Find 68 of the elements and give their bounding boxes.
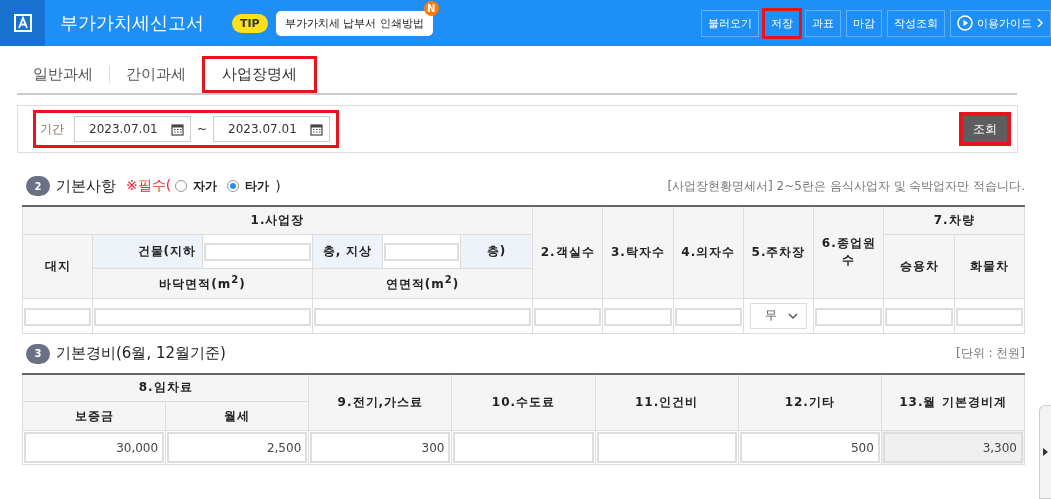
column-header: 3.탁자수 <box>602 206 674 298</box>
column-header: 층) <box>460 234 533 268</box>
column-header: 2.객실수 <box>532 206 603 298</box>
amount-field[interactable]: 500 <box>739 432 880 463</box>
column-header: 화물차 <box>954 234 1025 298</box>
input-field[interactable] <box>384 243 459 261</box>
column-header: 8.임차료 <box>22 373 309 402</box>
tab[interactable]: 사업장명세 <box>202 56 317 93</box>
tab[interactable]: 간이과세 <box>110 56 202 93</box>
calendar-icon[interactable] <box>310 122 324 136</box>
radio-option[interactable]: 자가 <box>175 177 218 195</box>
play-icon <box>957 15 973 31</box>
parking-select[interactable]: 무 <box>749 302 808 329</box>
column-header: 7.차량 <box>883 206 1025 234</box>
column-header: 바닥면적(m$^{2}$) <box>92 268 313 298</box>
column-header: 9.전기,가스료 <box>308 373 452 431</box>
column-header: 건물(지하 <box>92 234 203 268</box>
input-field[interactable] <box>534 307 602 326</box>
closing-paren: ) <box>275 178 281 194</box>
column-header: 월세 <box>165 401 309 431</box>
new-badge: N <box>423 0 439 16</box>
column-header: 연면적(m$^{2}$) <box>312 268 533 298</box>
required-label: ※필수( <box>126 177 172 195</box>
input-field[interactable] <box>24 307 91 326</box>
chevron-right-icon <box>1036 18 1044 28</box>
tab[interactable]: 일반과세 <box>17 56 109 93</box>
input-field[interactable] <box>955 307 1023 326</box>
unit-label: [단위 : 천원] <box>955 345 1025 362</box>
date-field[interactable]: 2023.07.01 <box>213 116 331 142</box>
input-field[interactable] <box>815 307 883 326</box>
column-header: 층, 지상 <box>312 234 383 268</box>
column-header: 6.종업원수 <box>813 206 884 298</box>
input-field[interactable] <box>604 307 672 326</box>
column-header: 10.수도료 <box>451 373 596 431</box>
input-field[interactable] <box>314 307 532 326</box>
logo-icon <box>13 14 32 32</box>
input-field[interactable] <box>94 307 311 326</box>
tip-badge: TIP <box>232 13 268 33</box>
input-field[interactable] <box>204 243 311 261</box>
column-header: 1.사업장 <box>22 206 533 234</box>
app-title: 부가가치세신고서 <box>60 11 204 35</box>
column-header: 승용차 <box>883 234 955 298</box>
period-label: 기간 <box>40 120 64 138</box>
amount-field[interactable]: 30,000 <box>24 432 165 463</box>
amount-field: 3,300 <box>882 432 1023 463</box>
column-header: 보증금 <box>22 401 166 431</box>
section-number: 2 <box>26 176 50 196</box>
caret-icon <box>788 312 799 319</box>
section-title: 기본경비(6월, 12월기준) <box>56 344 226 363</box>
side-panel-toggle[interactable] <box>1039 405 1051 499</box>
amount-field[interactable]: 2,500 <box>167 432 308 463</box>
column-header: 12.기타 <box>738 373 882 431</box>
input-field[interactable] <box>674 307 742 326</box>
column-header: 대지 <box>22 234 93 298</box>
amount-field[interactable]: 300 <box>310 432 451 463</box>
triangle-right-icon <box>1043 448 1048 456</box>
column-header: 11.인건비 <box>595 373 739 431</box>
date-field[interactable]: 2023.07.01 <box>74 116 191 142</box>
column-header: 4.의자수 <box>673 206 744 298</box>
section-title: 기본사항 <box>56 176 116 196</box>
radio-option[interactable]: 타가 <box>227 177 270 195</box>
range-separator: ~ <box>197 122 208 136</box>
note-text: [사업장현황명세서] 2~5란은 음식사업자 및 숙박업자만 적습니다. <box>667 177 1025 195</box>
calendar-icon[interactable] <box>171 122 184 136</box>
column-header: 13.월 기본경비계 <box>881 373 1025 431</box>
column-header: 5.주차장 <box>743 206 814 298</box>
section-number: 3 <box>26 343 50 364</box>
input-field[interactable] <box>885 307 953 326</box>
